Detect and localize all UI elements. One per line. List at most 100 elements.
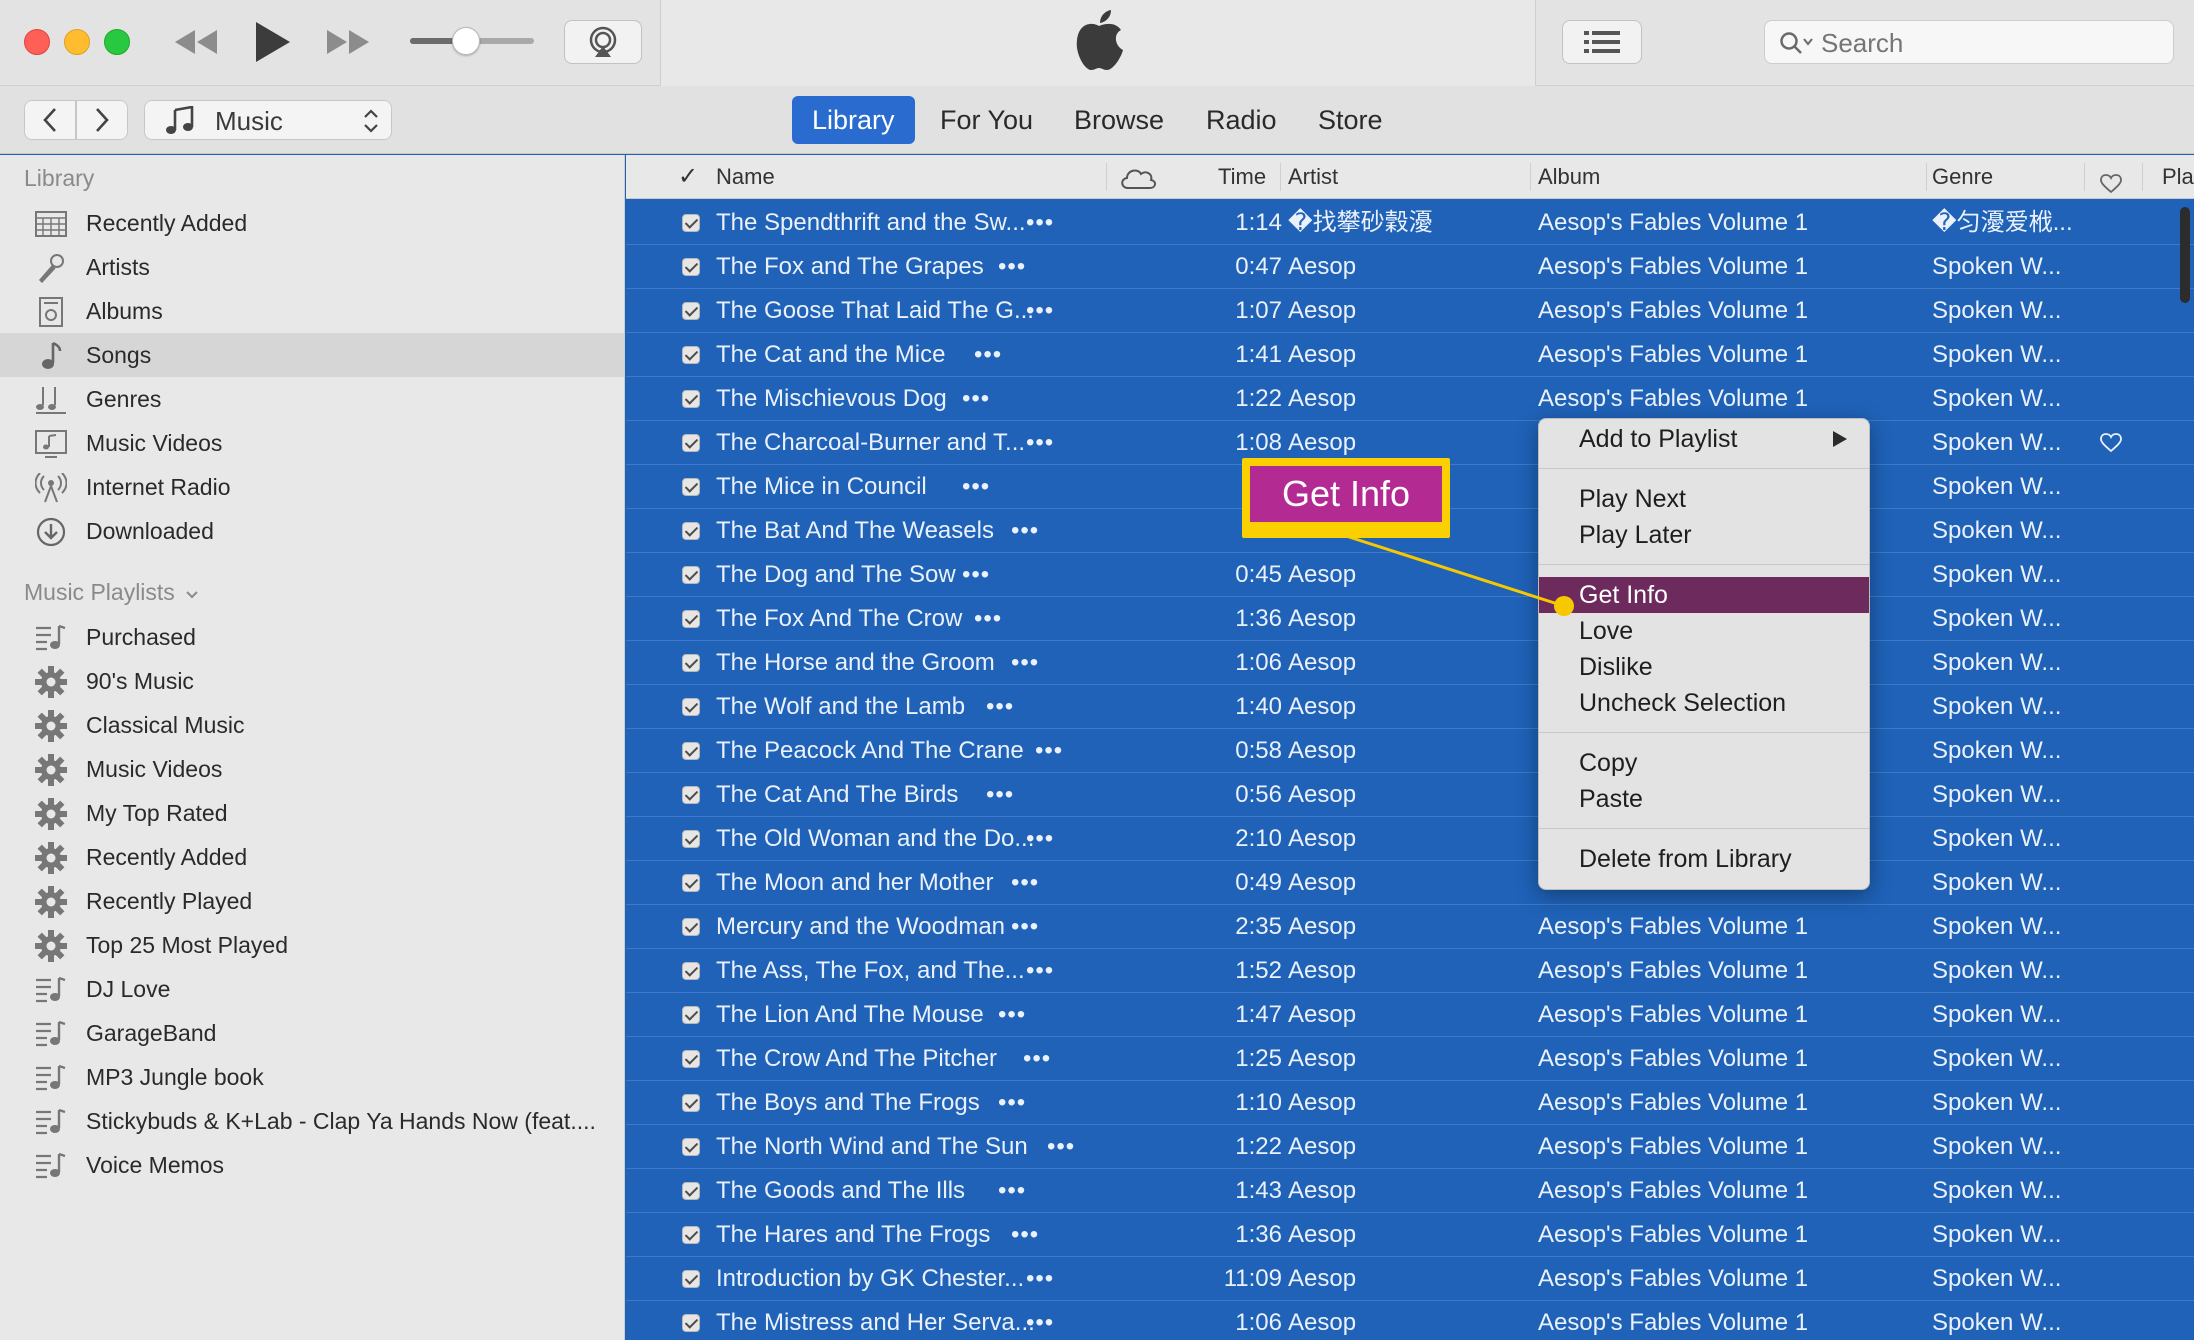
- media-type-selector[interactable]: Music: [144, 100, 392, 140]
- song-row[interactable]: The Crow And The Pitcher 1:25 Aesop Aesop's…: [626, 1037, 2194, 1081]
- sidebar-item-90-s-music[interactable]: 90's Music: [0, 659, 624, 703]
- menu-item-play-later[interactable]: Play Later: [1539, 517, 1869, 553]
- sidebar-item-voice-memos[interactable]: Voice Memos: [0, 1143, 624, 1187]
- track-checkbox[interactable]: [682, 1314, 700, 1332]
- song-row[interactable]: The Fox and The Grapes 0:47 Aesop Aesop's F…: [626, 245, 2194, 289]
- zoom-window-button[interactable]: [104, 29, 130, 55]
- column-artist-header[interactable]: Artist: [1288, 155, 1338, 199]
- more-options-button[interactable]: •••: [1026, 201, 1054, 244]
- song-row[interactable]: Mercury and the Woodman 2:35 Aesop Aesop's …: [626, 905, 2194, 949]
- next-track-button[interactable]: [322, 14, 374, 70]
- song-row[interactable]: The Cat And The Birds 0:56 Aesop Spoken W..…: [626, 773, 2194, 817]
- song-row[interactable]: The Ass, The Fox, and The... 1:52 Aesop Aes…: [626, 949, 2194, 993]
- track-checkbox[interactable]: [682, 566, 700, 584]
- sidebar-item-purchased[interactable]: Purchased: [0, 615, 624, 659]
- sidebar-item-stickybuds-k-lab-clap-ya-hands-now-feat[interactable]: Stickybuds & K+Lab - Clap Ya Hands Now (…: [0, 1099, 624, 1143]
- track-checkbox[interactable]: [682, 522, 700, 540]
- more-options-button[interactable]: •••: [1011, 509, 1039, 552]
- more-options-button[interactable]: •••: [986, 685, 1014, 728]
- tab-library[interactable]: Library: [792, 96, 915, 144]
- track-checkbox[interactable]: [682, 434, 700, 452]
- sidebar-item-dj-love[interactable]: DJ Love: [0, 967, 624, 1011]
- track-checkbox[interactable]: [682, 830, 700, 848]
- track-checkbox[interactable]: [682, 478, 700, 496]
- previous-track-button[interactable]: [170, 14, 222, 70]
- track-checkbox[interactable]: [682, 786, 700, 804]
- song-row[interactable]: The Cat and the Mice 1:41 Aesop Aesop's Fab…: [626, 333, 2194, 377]
- track-checkbox[interactable]: [682, 874, 700, 892]
- more-options-button[interactable]: •••: [962, 553, 990, 596]
- search-field[interactable]: [1764, 20, 2174, 65]
- track-checkbox[interactable]: [682, 918, 700, 936]
- sidebar-item-garageband[interactable]: GarageBand: [0, 1011, 624, 1055]
- track-checkbox[interactable]: [682, 1138, 700, 1156]
- volume-knob[interactable]: [451, 27, 480, 55]
- track-checkbox[interactable]: [682, 1050, 700, 1068]
- column-album-header[interactable]: Album: [1538, 155, 1600, 199]
- song-row[interactable]: The Goods and The Ills 1:43 Aesop Aesop's F…: [626, 1169, 2194, 1213]
- more-options-button[interactable]: •••: [962, 465, 990, 508]
- song-row[interactable]: The Hares and The Frogs 1:36 Aesop Aesop's …: [626, 1213, 2194, 1257]
- sidebar-item-top-25-most-played[interactable]: Top 25 Most Played: [0, 923, 624, 967]
- more-options-button[interactable]: •••: [986, 773, 1014, 816]
- track-checkbox[interactable]: [682, 390, 700, 408]
- sidebar-item-recently-added[interactable]: Recently Added: [0, 201, 624, 245]
- track-checkbox[interactable]: [682, 346, 700, 364]
- menu-item-uncheck-selection[interactable]: Uncheck Selection: [1539, 685, 1869, 721]
- close-window-button[interactable]: [24, 29, 50, 55]
- track-checkbox[interactable]: [682, 698, 700, 716]
- more-options-button[interactable]: •••: [1047, 1125, 1075, 1168]
- more-options-button[interactable]: •••: [998, 993, 1026, 1036]
- more-options-button[interactable]: •••: [1026, 1301, 1054, 1340]
- tab-store[interactable]: Store: [1298, 96, 1403, 144]
- track-checkbox[interactable]: [682, 1226, 700, 1244]
- menu-item-copy[interactable]: Copy: [1539, 745, 1869, 781]
- more-options-button[interactable]: •••: [1026, 1257, 1054, 1300]
- more-options-button[interactable]: •••: [998, 245, 1026, 288]
- song-row[interactable]: The Dog and The Sow 0:45 Aesop Spoken W... •…: [626, 553, 2194, 597]
- song-row[interactable]: The Mistress and Her Serva... 1:06 Aesop Ae…: [626, 1301, 2194, 1340]
- menu-item-dislike[interactable]: Dislike: [1539, 649, 1869, 685]
- scrollbar-thumb[interactable]: [2180, 207, 2190, 303]
- song-row[interactable]: The Goose That Laid The G... 1:07 Aesop Aes…: [626, 289, 2194, 333]
- search-input[interactable]: [1821, 21, 2161, 65]
- sidebar-item-my-top-rated[interactable]: My Top Rated: [0, 791, 624, 835]
- track-checkbox[interactable]: [682, 654, 700, 672]
- more-options-button[interactable]: •••: [1026, 289, 1054, 332]
- tab-browse[interactable]: Browse: [1054, 96, 1184, 144]
- play-button[interactable]: [246, 14, 298, 70]
- track-checkbox[interactable]: [682, 1270, 700, 1288]
- sidebar-item-songs[interactable]: Songs: [0, 333, 624, 377]
- sidebar-item-music-videos[interactable]: Music Videos: [0, 747, 624, 791]
- track-checkbox[interactable]: [682, 1094, 700, 1112]
- song-row[interactable]: The Mischievous Dog 1:22 Aesop Aesop's Fabl…: [626, 377, 2194, 421]
- playlists-section-header[interactable]: Music Playlists: [24, 579, 199, 606]
- more-options-button[interactable]: •••: [1011, 641, 1039, 684]
- track-checkbox[interactable]: [682, 258, 700, 276]
- track-checkbox[interactable]: [682, 962, 700, 980]
- song-row[interactable]: The Wolf and the Lamb 1:40 Aesop Spoken W..…: [626, 685, 2194, 729]
- sidebar-item-artists[interactable]: Artists: [0, 245, 624, 289]
- up-next-list-button[interactable]: [1562, 20, 1642, 64]
- sidebar-item-albums[interactable]: Albums: [0, 289, 624, 333]
- song-row[interactable]: The Peacock And The Crane 0:58 Aesop Spoken…: [626, 729, 2194, 773]
- song-row[interactable]: The Spendthrift and the Sw... 1:14 �找攀砂穀瀀 A…: [626, 201, 2194, 245]
- sidebar-item-recently-added[interactable]: Recently Added: [0, 835, 624, 879]
- menu-item-play-next[interactable]: Play Next: [1539, 481, 1869, 517]
- track-checkbox[interactable]: [682, 214, 700, 232]
- track-checkbox[interactable]: [682, 1006, 700, 1024]
- more-options-button[interactable]: •••: [974, 597, 1002, 640]
- heart-icon[interactable]: [2100, 433, 2122, 458]
- volume-slider[interactable]: [410, 27, 534, 55]
- more-options-button[interactable]: •••: [1026, 421, 1054, 464]
- song-row[interactable]: The Boys and The Frogs 1:10 Aesop Aesop's F…: [626, 1081, 2194, 1125]
- more-options-button[interactable]: •••: [1026, 817, 1054, 860]
- menu-item-get-info[interactable]: Get Info: [1539, 577, 1869, 613]
- more-options-button[interactable]: •••: [962, 377, 990, 420]
- tab-for-you[interactable]: For You: [920, 96, 1053, 144]
- sidebar-item-recently-played[interactable]: Recently Played: [0, 879, 624, 923]
- column-name-header[interactable]: Name: [716, 155, 775, 199]
- back-button[interactable]: [24, 100, 76, 140]
- song-row[interactable]: Introduction by GK Chester... 11:09 Aesop A…: [626, 1257, 2194, 1301]
- forward-button[interactable]: [76, 100, 128, 140]
